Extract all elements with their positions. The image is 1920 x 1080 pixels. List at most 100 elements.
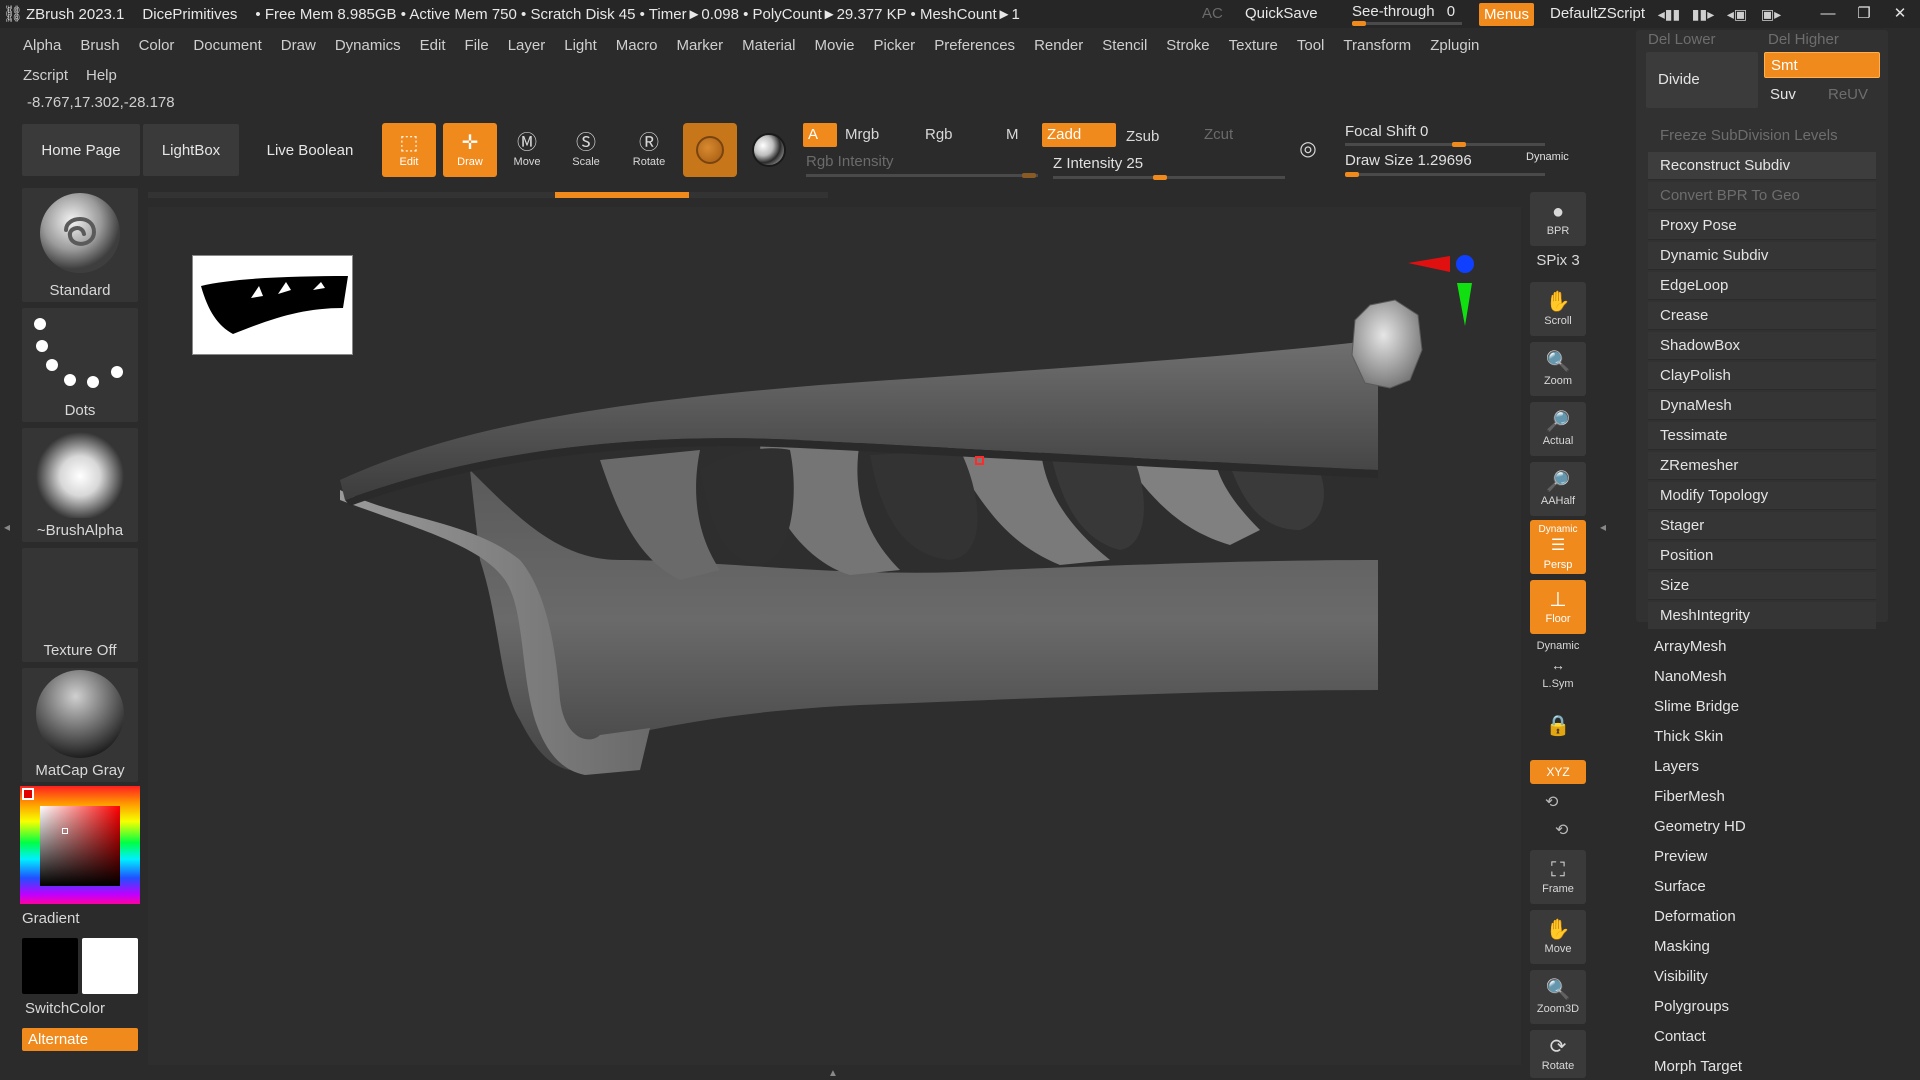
rotate-mode-button[interactable]: Ⓡ Rotate xyxy=(622,123,676,177)
del-higher-button[interactable]: Del Higher xyxy=(1768,30,1839,50)
minimize-icon[interactable]: — xyxy=(1815,3,1841,25)
saturation-value-square[interactable] xyxy=(40,806,120,886)
mrgb-sphere-button[interactable] xyxy=(742,123,796,177)
menu-render[interactable]: Render xyxy=(1034,37,1092,54)
menu-material[interactable]: Material xyxy=(742,37,804,54)
actual-button[interactable]: 🔎 Actual xyxy=(1530,402,1586,456)
home-page-button[interactable]: Home Page xyxy=(22,124,140,176)
subpalette-visibility[interactable]: Visibility xyxy=(1654,968,1708,985)
texture-selector[interactable]: Texture Off xyxy=(22,548,138,662)
focal-shift-slider[interactable] xyxy=(1345,142,1545,147)
stroke-selector[interactable]: Dots xyxy=(22,308,138,422)
geometry-item-edgeloop[interactable]: EdgeLoop xyxy=(1648,272,1876,300)
default-zscript-button[interactable]: DefaultZScript xyxy=(1550,5,1645,22)
brush-selector[interactable]: Standard xyxy=(22,188,138,302)
geometry-item-dynamic-subdiv[interactable]: Dynamic Subdiv xyxy=(1648,242,1876,270)
left-tray-toggle-icon[interactable]: ◂ xyxy=(4,520,10,534)
alpha-selector[interactable]: ~BrushAlpha xyxy=(22,428,138,542)
switch-color-button[interactable]: SwitchColor xyxy=(25,1000,105,1017)
lsym-button[interactable]: ↔ L.Sym xyxy=(1530,652,1586,692)
menu-help[interactable]: Help xyxy=(86,67,117,84)
menus-toggle-button[interactable]: Menus xyxy=(1479,3,1535,26)
see-through-slider[interactable]: See-through 0 xyxy=(1352,3,1462,26)
palette-left-icon[interactable]: ◂▮▮ xyxy=(1655,4,1683,24)
draw-mode-button[interactable]: ✛ Draw xyxy=(443,123,497,177)
scale-mode-button[interactable]: Ⓢ Scale xyxy=(559,123,613,177)
rgb-intensity-slider[interactable] xyxy=(806,173,1038,178)
lightbox-button[interactable]: LightBox xyxy=(143,124,239,176)
m-toggle[interactable]: M xyxy=(1001,123,1024,147)
menu-marker[interactable]: Marker xyxy=(676,37,732,54)
menu-stencil[interactable]: Stencil xyxy=(1102,37,1156,54)
edit-mode-button[interactable]: ⬚ Edit xyxy=(382,123,436,177)
menu-draw[interactable]: Draw xyxy=(281,37,325,54)
bpr-button[interactable]: ● BPR xyxy=(1530,192,1586,246)
subpalette-layers[interactable]: Layers xyxy=(1654,758,1699,775)
floor-button[interactable]: ⊥ Floor xyxy=(1530,580,1586,634)
geometry-item-zremesher[interactable]: ZRemesher xyxy=(1648,452,1876,480)
zcut-toggle[interactable]: Zcut xyxy=(1199,123,1238,147)
menu-alpha[interactable]: Alpha xyxy=(23,37,70,54)
bottom-tray-toggle-icon[interactable]: ▲ xyxy=(752,1068,914,1079)
lazy-mouse-button[interactable]: ◎ xyxy=(1286,128,1330,172)
zadd-toggle[interactable]: Zadd xyxy=(1042,123,1116,147)
reuv-button[interactable]: ReUV xyxy=(1822,82,1880,108)
reconstruct-subdiv-button[interactable]: Reconstruct Subdiv xyxy=(1648,152,1876,180)
menu-texture[interactable]: Texture xyxy=(1229,37,1287,54)
geometry-item-proxy-pose[interactable]: Proxy Pose xyxy=(1648,212,1876,240)
convert-bpr-button[interactable]: Convert BPR To Geo xyxy=(1648,182,1876,210)
geometry-item-dynamesh[interactable]: DynaMesh xyxy=(1648,392,1876,420)
frame-button[interactable]: ⛶ Frame xyxy=(1530,850,1586,904)
menu-brush[interactable]: Brush xyxy=(80,37,128,54)
smt-toggle[interactable]: Smt xyxy=(1764,52,1880,78)
spix-label[interactable]: SPix 3 xyxy=(1530,252,1586,269)
secondary-color-swatch[interactable] xyxy=(82,938,138,994)
aahalf-button[interactable]: 🔎 AAHalf xyxy=(1530,462,1586,516)
rgb-toggle[interactable]: Rgb xyxy=(920,123,958,147)
menu-preferences[interactable]: Preferences xyxy=(934,37,1024,54)
geometry-item-crease[interactable]: Crease xyxy=(1648,302,1876,330)
menu-layer[interactable]: Layer xyxy=(508,37,555,54)
ac-button[interactable]: AC xyxy=(1202,5,1223,22)
subpalette-contact[interactable]: Contact xyxy=(1654,1028,1706,1045)
subpalette-preview[interactable]: Preview xyxy=(1654,848,1707,865)
geometry-item-tessimate[interactable]: Tessimate xyxy=(1648,422,1876,450)
scroll-button[interactable]: ✋ Scroll xyxy=(1530,282,1586,336)
xyz-rotate-button[interactable]: XYZ xyxy=(1530,760,1586,784)
subpalette-fibermesh[interactable]: FiberMesh xyxy=(1654,788,1725,805)
menu-picker[interactable]: Picker xyxy=(874,37,925,54)
subpalette-morph-target[interactable]: Morph Target xyxy=(1654,1058,1742,1075)
geometry-item-size[interactable]: Size xyxy=(1648,572,1876,600)
menu-transform[interactable]: Transform xyxy=(1343,37,1420,54)
move-view-button[interactable]: ✋ Move xyxy=(1530,910,1586,964)
menu-file[interactable]: File xyxy=(465,37,498,54)
zoom3d-button[interactable]: 🔍 Zoom3D xyxy=(1530,970,1586,1024)
menu-zscript[interactable]: Zscript xyxy=(23,67,68,84)
del-lower-button[interactable]: Del Lower xyxy=(1648,30,1716,50)
subpalette-deformation[interactable]: Deformation xyxy=(1654,908,1736,925)
persp-button[interactable]: Dynamic ☰ Persp xyxy=(1530,520,1586,574)
freeze-subdivision-button[interactable]: Freeze SubDivision Levels xyxy=(1648,122,1876,150)
dynamic-size-toggle[interactable]: Dynamic xyxy=(1526,151,1569,163)
rotate-y-icon[interactable]: ⟲ xyxy=(1545,792,1558,812)
geometry-item-position[interactable]: Position xyxy=(1648,542,1876,570)
gradient-label[interactable]: Gradient xyxy=(22,910,80,927)
subpalette-arraymesh[interactable]: ArrayMesh xyxy=(1654,638,1727,655)
undo-history-bar[interactable] xyxy=(148,192,828,198)
geometry-item-shadowbox[interactable]: ShadowBox xyxy=(1648,332,1876,360)
palette-right-icon[interactable]: ▮▮▸ xyxy=(1689,4,1717,24)
material-selector[interactable]: MatCap Gray xyxy=(22,668,138,782)
subpalette-surface[interactable]: Surface xyxy=(1654,878,1706,895)
draw-size-slider[interactable] xyxy=(1345,172,1545,177)
color-picker[interactable] xyxy=(20,786,140,904)
subpalette-polygroups[interactable]: Polygroups xyxy=(1654,998,1729,1015)
rotate-z-icon[interactable]: ⟲ xyxy=(1555,820,1568,840)
quicksave-button[interactable]: QuickSave xyxy=(1245,5,1318,22)
alternate-button[interactable]: Alternate xyxy=(22,1028,138,1051)
menu-color[interactable]: Color xyxy=(139,37,184,54)
move-mode-button[interactable]: Ⓜ Move xyxy=(500,123,554,177)
menu-document[interactable]: Document xyxy=(193,37,270,54)
close-icon[interactable]: ✕ xyxy=(1887,3,1913,25)
right-tray-toggle-icon[interactable]: ◂ xyxy=(1600,520,1608,560)
rotate-view-button[interactable]: ⟳ Rotate xyxy=(1530,1030,1586,1078)
